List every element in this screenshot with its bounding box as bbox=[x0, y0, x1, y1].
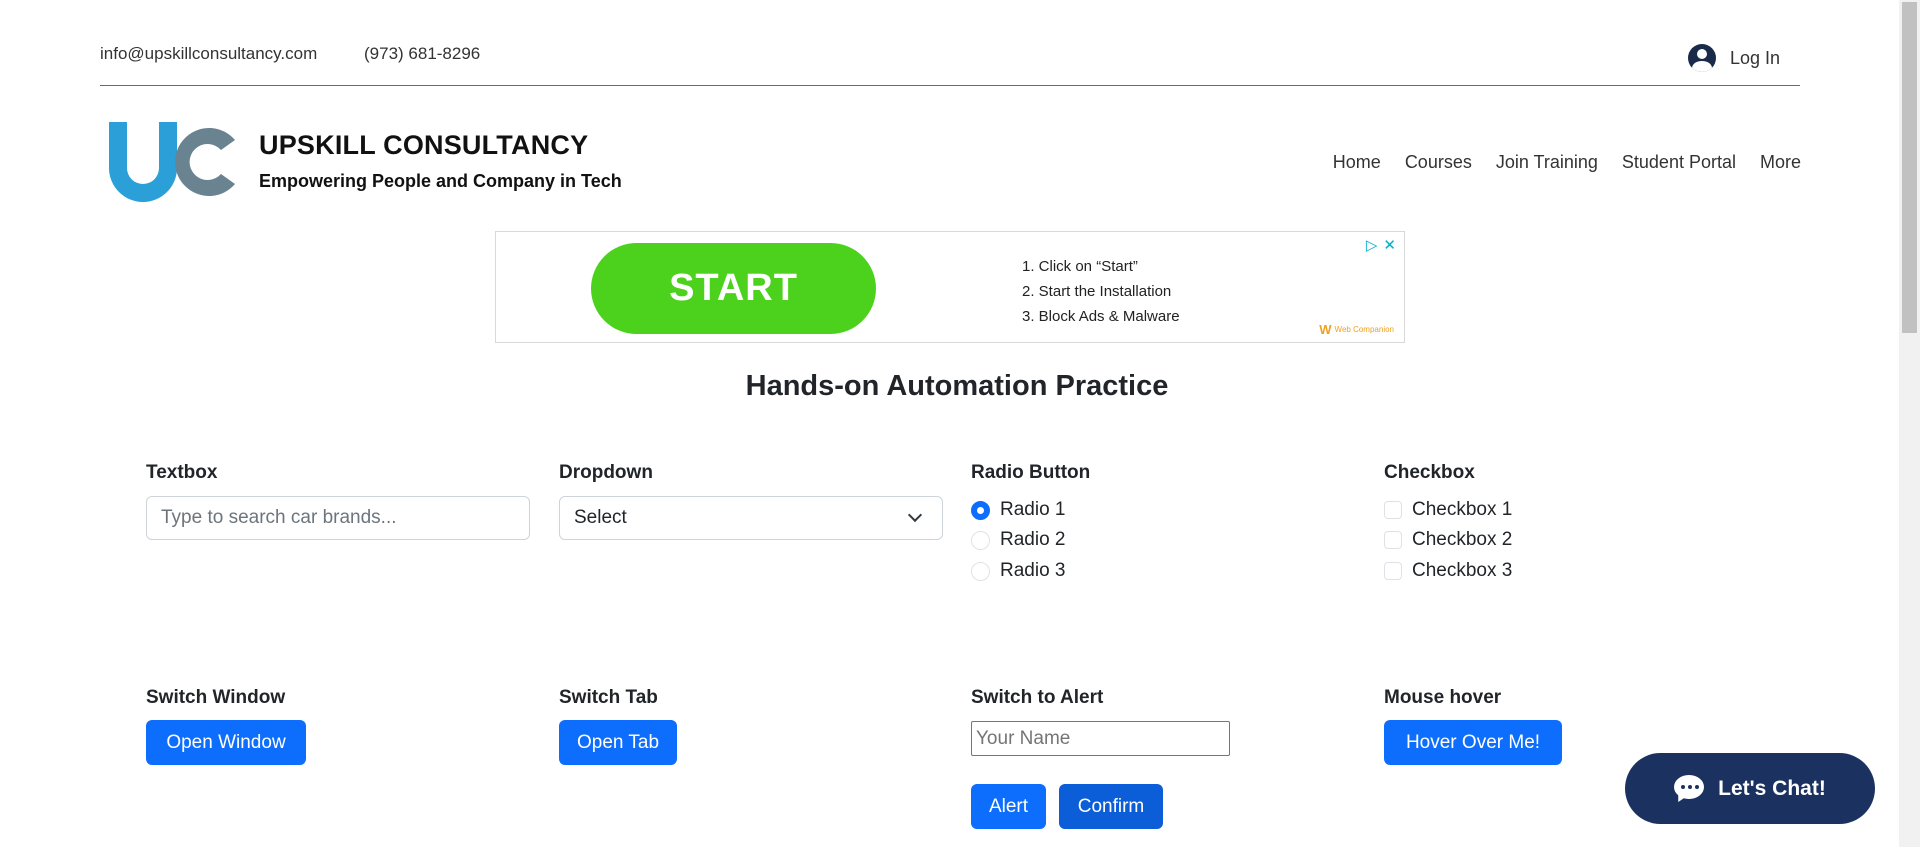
ad-step: 3. Block Ads & Malware bbox=[1022, 308, 1180, 325]
ad-choices[interactable]: ▷ ✕ bbox=[1366, 236, 1396, 254]
nav-home[interactable]: Home bbox=[1333, 152, 1381, 173]
radio-input[interactable] bbox=[971, 500, 990, 520]
checkbox-option-label: Checkbox 1 bbox=[1412, 499, 1513, 520]
ad-steps-list: 1. Click on “Start” 2. Start the Install… bbox=[1022, 254, 1180, 329]
upskill-logo[interactable] bbox=[103, 118, 239, 206]
radio-option[interactable]: Radio 1 bbox=[971, 499, 1066, 521]
checkbox-label: Checkbox bbox=[1384, 462, 1475, 483]
login-label: Log In bbox=[1729, 47, 1780, 68]
dropdown-label: Dropdown bbox=[559, 462, 653, 483]
switch-tab-label: Switch Tab bbox=[559, 687, 658, 708]
alert-button[interactable]: Alert bbox=[971, 784, 1046, 829]
top-contact-bar: info@upskillconsultancy.com (973) 681-82… bbox=[100, 44, 1800, 86]
radio-label: Radio Button bbox=[971, 462, 1091, 483]
radio-input[interactable] bbox=[971, 530, 990, 550]
hover-over-me-button[interactable]: Hover Over Me! bbox=[1384, 720, 1562, 765]
checkbox-option[interactable]: Checkbox 1 bbox=[1384, 499, 1512, 521]
checkbox-option-label: Checkbox 3 bbox=[1412, 560, 1513, 581]
radio-option[interactable]: Radio 2 bbox=[971, 529, 1066, 551]
mouse-hover-label: Mouse hover bbox=[1384, 687, 1502, 708]
main-nav: Home Courses Join Training Student Porta… bbox=[1333, 152, 1801, 173]
brand-name: UPSKILL CONSULTANCY bbox=[259, 130, 589, 160]
nav-more[interactable]: More bbox=[1760, 152, 1801, 173]
vertical-scrollbar[interactable] bbox=[1899, 0, 1920, 847]
nav-courses[interactable]: Courses bbox=[1405, 152, 1472, 173]
dropdown-select[interactable]: Select bbox=[559, 496, 943, 540]
ad-step: 1. Click on “Start” bbox=[1022, 258, 1138, 275]
chat-bubble-icon bbox=[1674, 774, 1705, 805]
checkbox-input[interactable] bbox=[1384, 501, 1402, 519]
lets-chat-button[interactable]: Let's Chat! bbox=[1625, 753, 1875, 824]
page-title: Hands-on Automation Practice bbox=[745, 370, 1169, 402]
radio-option-label: Radio 3 bbox=[1000, 560, 1066, 581]
login-button[interactable]: Log In bbox=[1687, 44, 1780, 72]
ad-banner[interactable]: START 1. Click on “Start” 2. Start the I… bbox=[495, 231, 1405, 343]
ad-choices-icon[interactable]: ▷ bbox=[1366, 236, 1378, 254]
radio-option-label: Radio 1 bbox=[1000, 499, 1066, 520]
ad-badge: W Web Companion bbox=[1319, 322, 1394, 337]
car-brand-search-input[interactable]: Type to search car brands... bbox=[146, 496, 530, 540]
checkbox-option[interactable]: Checkbox 3 bbox=[1384, 560, 1512, 582]
checkbox-option-label: Checkbox 2 bbox=[1412, 529, 1513, 550]
web-companion-logo-icon: W bbox=[1319, 322, 1332, 337]
switch-alert-label: Switch to Alert bbox=[971, 687, 1104, 708]
nav-join-training[interactable]: Join Training bbox=[1496, 152, 1598, 173]
switch-window-label: Switch Window bbox=[146, 687, 286, 708]
scrollbar-thumb[interactable] bbox=[1902, 2, 1917, 333]
ad-step: 2. Start the Installation bbox=[1022, 283, 1172, 300]
brand-tagline: Empowering People and Company in Tech bbox=[259, 171, 622, 191]
nav-student-portal[interactable]: Student Portal bbox=[1622, 152, 1736, 173]
chevron-down-icon bbox=[907, 507, 923, 523]
radio-input[interactable] bbox=[971, 561, 990, 581]
checkbox-input[interactable] bbox=[1384, 531, 1402, 549]
ad-close-icon[interactable]: ✕ bbox=[1383, 236, 1396, 254]
ad-start-button[interactable]: START bbox=[591, 243, 876, 334]
open-tab-button[interactable]: Open Tab bbox=[559, 720, 677, 765]
dropdown-value: Select bbox=[574, 507, 627, 528]
checkbox-option[interactable]: Checkbox 2 bbox=[1384, 529, 1512, 551]
user-avatar-icon bbox=[1687, 44, 1716, 72]
your-name-input[interactable]: Your Name bbox=[971, 721, 1230, 756]
chat-label: Let's Chat! bbox=[1718, 776, 1826, 800]
textbox-label: Textbox bbox=[146, 462, 218, 483]
ad-badge-text: Web Companion bbox=[1334, 325, 1394, 334]
contact-phone[interactable]: (973) 681-8296 bbox=[364, 44, 480, 64]
confirm-button[interactable]: Confirm bbox=[1059, 784, 1163, 829]
checkbox-input[interactable] bbox=[1384, 562, 1402, 580]
page: info@upskillconsultancy.com (973) 681-82… bbox=[0, 0, 1899, 847]
radio-option[interactable]: Radio 3 bbox=[971, 560, 1066, 582]
radio-option-label: Radio 2 bbox=[1000, 529, 1066, 550]
contact-email[interactable]: info@upskillconsultancy.com bbox=[100, 44, 317, 64]
open-window-button[interactable]: Open Window bbox=[146, 720, 306, 765]
